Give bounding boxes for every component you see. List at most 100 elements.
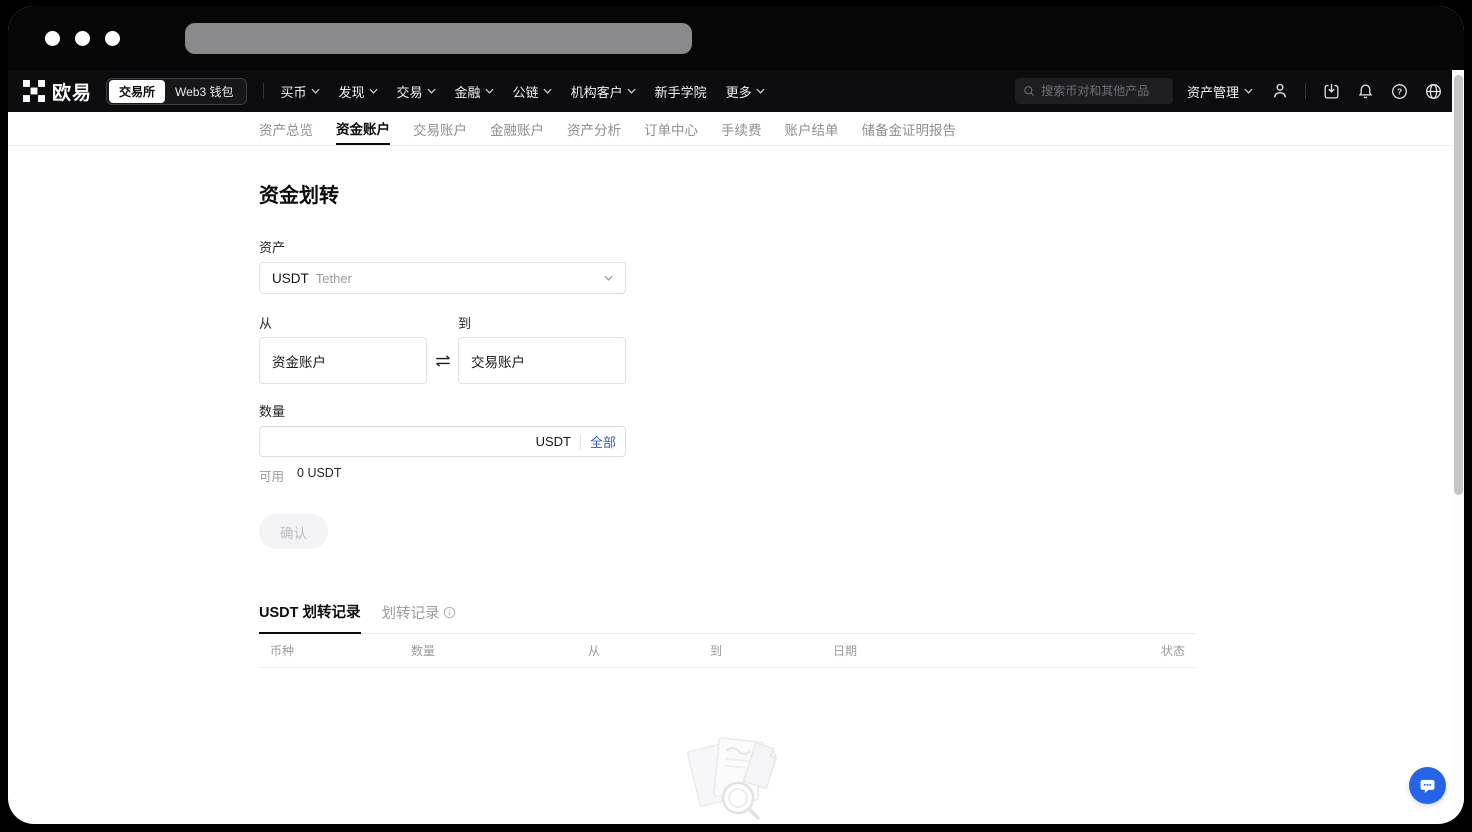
column-header-amount: 数量: [411, 642, 588, 659]
subnav-item-asset-analysis[interactable]: 资产分析: [567, 112, 621, 145]
chat-bubble-icon: [1417, 775, 1438, 796]
notifications-bell-icon[interactable]: [1348, 76, 1382, 106]
menu-label: 买币: [281, 82, 307, 101]
close-window-button[interactable]: [45, 31, 60, 46]
chevron-down-icon: [311, 88, 320, 94]
account-subnav: 资产总览 资金账户 交易账户 金融账户 资产分析 订单中心 手续费 账户结单 储…: [8, 112, 1464, 146]
no-records-illustration: [676, 732, 780, 824]
menu-item-more[interactable]: 更多: [723, 78, 768, 105]
records-table-header: 币种 数量 从 到 日期 状态: [259, 634, 1196, 668]
maximize-window-button[interactable]: [105, 31, 120, 46]
top-navbar: 欧易 交易所 Web3 钱包 买币 发现 交易 金融: [8, 70, 1464, 112]
asset-field-label: 资产: [259, 237, 1196, 256]
okx-logo[interactable]: 欧易: [23, 78, 92, 105]
chevron-down-icon: [604, 275, 613, 281]
column-header-to: 到: [710, 642, 833, 659]
column-header-from: 从: [588, 642, 710, 659]
column-header-currency: 币种: [270, 642, 411, 659]
available-balance-row: 可用 0 USDT: [259, 466, 1196, 485]
menu-item-public-chain[interactable]: 公链: [510, 78, 555, 105]
browser-window: 欧易 交易所 Web3 钱包 买币 发现 交易 金融: [8, 6, 1464, 824]
menu-label: 公链: [513, 82, 539, 101]
subnav-item-account-statement[interactable]: 账户结单: [785, 112, 839, 145]
chevron-down-icon: [1244, 88, 1253, 94]
assets-management-menu[interactable]: 资产管理: [1187, 82, 1253, 101]
okx-logo-icon: [23, 80, 45, 102]
max-amount-button[interactable]: 全部: [590, 432, 616, 451]
subnav-item-order-center[interactable]: 订单中心: [644, 112, 698, 145]
search-box: [1015, 78, 1173, 104]
from-to-row: 从 资金账户 到 交易账户: [259, 294, 1196, 384]
page-title: 资金划转: [259, 179, 1196, 208]
chevron-down-icon: [485, 88, 494, 94]
confirm-button[interactable]: 确认: [259, 514, 328, 549]
empty-state: 暂无划转记录: [259, 732, 1196, 824]
swap-icon: [434, 354, 452, 368]
chevron-down-icon: [427, 88, 436, 94]
chevron-down-icon: [369, 88, 378, 94]
amount-right-controls: USDT 全部: [536, 426, 616, 457]
to-account-select[interactable]: 交易账户: [458, 337, 626, 384]
download-app-icon[interactable]: [1314, 76, 1348, 106]
help-icon[interactable]: ?: [1382, 76, 1416, 106]
amount-field-label: 数量: [259, 401, 1196, 420]
navbar-divider: [263, 83, 264, 99]
navbar-right: 资产管理: [1015, 76, 1450, 106]
info-icon: [443, 606, 456, 619]
menu-item-academy[interactable]: 新手学院: [652, 78, 710, 105]
chevron-down-icon: [627, 88, 636, 94]
assets-management-label: 资产管理: [1187, 82, 1239, 101]
swap-direction-button[interactable]: [427, 337, 458, 384]
from-account-select[interactable]: 资金账户: [259, 337, 427, 384]
support-chat-button[interactable]: [1409, 767, 1446, 804]
column-header-status: 状态: [1125, 642, 1185, 659]
column-header-date: 日期: [833, 642, 1125, 659]
menu-label: 新手学院: [655, 82, 707, 101]
available-label: 可用: [259, 466, 284, 485]
menu-label: 交易: [397, 82, 423, 101]
menu-label: 发现: [339, 82, 365, 101]
profile-icon[interactable]: [1263, 76, 1297, 106]
subnav-item-assets-overview[interactable]: 资产总览: [259, 112, 313, 145]
page-scrollbar: [1452, 70, 1464, 824]
scrollbar-thumb[interactable]: [1454, 75, 1463, 495]
menu-item-finance[interactable]: 金融: [452, 78, 497, 105]
asset-symbol: USDT: [272, 271, 309, 286]
chevron-down-icon: [543, 88, 552, 94]
tab-all-transfer-records[interactable]: 划转记录: [382, 601, 456, 633]
subnav-item-funding-account[interactable]: 资金账户: [336, 112, 390, 145]
records-tabs: USDT 划转记录 划转记录: [259, 601, 1196, 634]
menu-item-institutional[interactable]: 机构客户: [568, 78, 639, 105]
tab-label: 划转记录: [382, 602, 440, 623]
search-input[interactable]: [1041, 84, 1165, 98]
to-field-label: 到: [458, 313, 626, 332]
available-value: 0 USDT: [297, 466, 341, 485]
menu-label: 金融: [455, 82, 481, 101]
address-bar[interactable]: [185, 23, 692, 54]
asset-select[interactable]: USDT Tether: [259, 262, 626, 294]
minimize-window-button[interactable]: [75, 31, 90, 46]
language-globe-icon[interactable]: [1416, 76, 1450, 106]
menu-item-trade[interactable]: 交易: [394, 78, 439, 105]
transfer-records-section: USDT 划转记录 划转记录 币种 数量 从 到 日期 状态: [259, 601, 1196, 824]
toggle-exchange[interactable]: 交易所: [109, 80, 165, 103]
menu-label: 机构客户: [571, 82, 623, 101]
window-controls: [45, 31, 120, 46]
subnav-item-proof-of-reserves[interactable]: 储备金证明报告: [862, 112, 957, 145]
subnav-item-trading-account[interactable]: 交易账户: [413, 112, 467, 145]
asset-fullname: Tether: [316, 271, 352, 286]
from-field-label: 从: [259, 313, 427, 332]
amount-divider: [580, 435, 581, 449]
browser-chrome: [8, 6, 1464, 70]
toggle-web3-wallet[interactable]: Web3 钱包: [165, 80, 243, 103]
subnav-item-fees[interactable]: 手续费: [721, 112, 762, 145]
logo-text: 欧易: [52, 78, 92, 105]
navbar-divider: [1305, 83, 1306, 99]
product-toggle: 交易所 Web3 钱包: [106, 78, 246, 105]
amount-field: USDT 全部: [259, 426, 626, 457]
menu-item-buy-crypto[interactable]: 买币: [278, 78, 323, 105]
subnav-item-finance-account[interactable]: 金融账户: [490, 112, 544, 145]
tab-usdt-transfer-records[interactable]: USDT 划转记录: [259, 601, 361, 634]
main-content: 资金划转 资产 USDT Tether 从 资金账户 到 交易账户: [8, 179, 1196, 824]
menu-item-discover[interactable]: 发现: [336, 78, 381, 105]
